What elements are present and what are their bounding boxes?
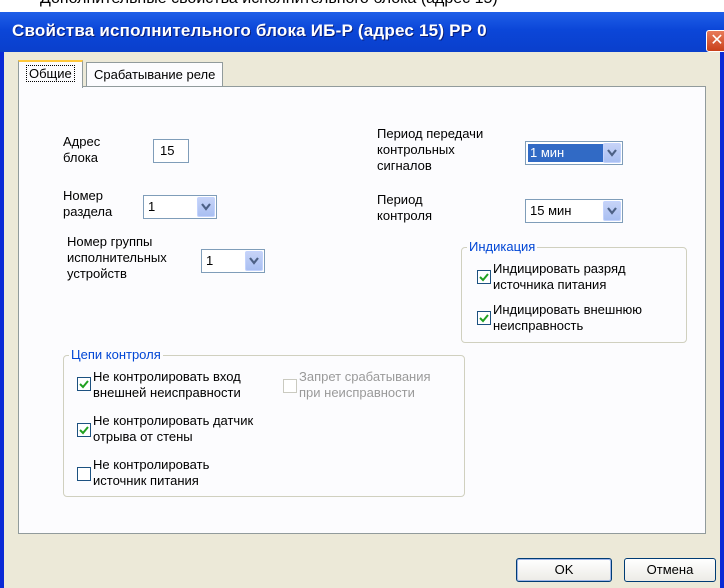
indicate-external-fault-line2[interactable]: неисправность [493,318,583,334]
no-control-external-fault-line2[interactable]: внешней неисправности [93,385,241,401]
background-window-title: Дополнительные свойства исполнительного … [40,0,498,8]
no-control-tamper-sensor-checkbox[interactable] [77,423,91,437]
cancel-button[interactable]: Отмена [624,558,716,582]
section-label-line1: Номер [63,188,104,203]
section-select[interactable]: 1 [143,195,217,219]
dialog-client-area: Общие Срабатывание реле Адрес блока 15 Н… [4,52,720,588]
checkmark-icon [479,273,489,282]
dialog-window: Дополнительные свойства исполнительного … [0,0,724,588]
period-ctrl-select[interactable]: 15 мин [525,199,623,223]
section-select-value: 1 [148,199,156,214]
address-input[interactable]: 15 [153,139,189,163]
indication-group-title: Индикация [467,239,538,254]
tab-general[interactable]: Общие [18,60,83,88]
no-control-external-fault-line1[interactable]: Не контролировать вход [93,369,241,385]
checkmark-icon [79,380,89,389]
group-label-line2: исполнительных [67,250,167,265]
section-label-line2: раздела [63,204,113,219]
no-control-tamper-sensor-line2[interactable]: отрыва от стены [93,429,193,445]
period-ctrl-select-value: 15 мин [530,203,572,218]
period-tx-label-line2: контрольных [377,142,455,157]
no-control-power-source-line1[interactable]: Не контролировать [93,457,209,473]
group-label-line3: устройств [67,266,127,281]
no-control-tamper-sensor-line1[interactable]: Не контролировать датчик [93,413,253,429]
group-select-value: 1 [206,253,214,268]
indicate-external-fault-line1[interactable]: Индицировать внешнюю [493,302,642,318]
trigger-ban-on-fault-checkbox [283,379,297,393]
tab-relay-trigger-label: Срабатывание реле [94,67,216,82]
no-control-power-source-line2[interactable]: источник питания [93,473,199,489]
background-window-fragment: Дополнительные свойства исполнительного … [0,0,724,12]
indicate-power-discharge-line2[interactable]: источника питания [493,277,606,293]
window-title: Свойства исполнительного блока ИБ-Р (адр… [12,21,487,40]
checkmark-icon [79,426,89,435]
address-value: 15 [160,143,175,158]
chevron-down-icon[interactable] [603,143,621,163]
period-tx-select-value: 1 мин [528,144,605,162]
tab-general-label: Общие [26,65,75,82]
period-ctrl-label-line2: контроля [377,208,432,223]
period-tx-select[interactable]: 1 мин [525,141,623,165]
group-select[interactable]: 1 [201,249,265,273]
checkmark-icon [479,314,489,323]
no-control-power-source-checkbox[interactable] [77,467,91,481]
control-circuits-group-title: Цепи контроля [69,347,163,362]
tab-relay-trigger[interactable]: Срабатывание реле [86,62,224,88]
chevron-down-icon[interactable] [197,197,215,217]
ok-button[interactable]: OK [516,558,612,582]
trigger-ban-on-fault-line2: при неисправности [299,385,415,400]
address-label-line1: Адрес [63,134,101,149]
indicate-power-discharge-checkbox[interactable] [477,270,491,284]
group-label-line1: Номер группы [67,234,153,249]
no-control-external-fault-checkbox[interactable] [77,377,91,391]
chevron-down-icon[interactable] [245,251,263,271]
period-tx-label-line3: сигналов [377,158,432,173]
indicate-power-discharge-line1[interactable]: Индицировать разряд [493,261,626,277]
indicate-external-fault-checkbox[interactable] [477,311,491,325]
title-bar[interactable]: Свойства исполнительного блока ИБ-Р (адр… [0,12,724,52]
close-button[interactable]: ✕ [706,30,724,52]
chevron-down-icon[interactable] [603,201,621,221]
trigger-ban-on-fault-line1: Запрет срабатывания [299,369,431,384]
period-tx-label-line1: Период передачи [377,126,484,141]
period-ctrl-label-line1: Период [377,192,423,207]
tab-panel-general: Адрес блока 15 Номер раздела 1 Номер гру… [18,86,706,534]
address-label-line2: блока [63,150,99,165]
